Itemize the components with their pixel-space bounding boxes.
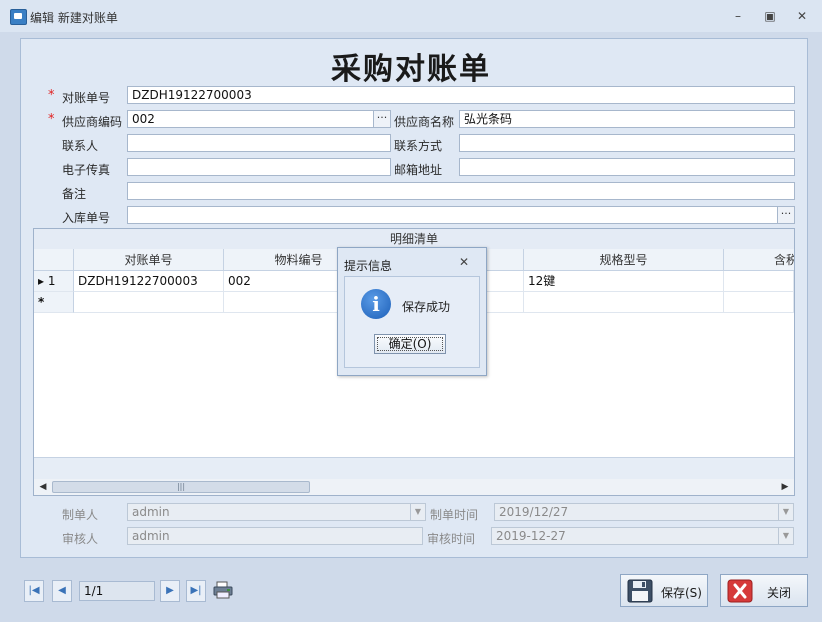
form-title: 采购对账单 <box>331 52 491 87</box>
create-time-input: 2019/12/27 <box>494 503 779 521</box>
row-indicator[interactable]: ▸ 1 <box>34 271 74 292</box>
save-button-label: 保存(S) <box>661 586 702 600</box>
inbound-no-input[interactable] <box>127 206 778 224</box>
next-page-button[interactable]: ▶ <box>160 580 180 602</box>
fax-label: 电子传真 <box>62 163 111 177</box>
inbound-no-browse-button[interactable]: ··· <box>777 206 795 224</box>
scrollbar-thumb[interactable]: ||| <box>52 481 310 493</box>
page-indicator[interactable]: 1/1 <box>79 581 155 601</box>
statement-no-label: 对账单号 <box>62 91 111 105</box>
floppy-disk-icon <box>627 579 653 603</box>
remark-input[interactable] <box>127 182 795 200</box>
dialog-message: 保存成功 <box>402 300 451 314</box>
printer-icon[interactable] <box>212 580 234 600</box>
close-button-label: 关闭 <box>767 586 792 600</box>
supplier-name-label: 供应商名称 <box>394 115 455 129</box>
create-time-dropdown-icon: ▼ <box>778 503 794 521</box>
new-row-indicator[interactable]: * <box>34 292 74 313</box>
dialog-close-icon[interactable]: ✕ <box>456 254 472 270</box>
window-title-bar <box>0 0 822 32</box>
window-title: 编辑 新建对账单 <box>30 11 118 25</box>
grid-corner <box>34 249 74 271</box>
remark-label: 备注 <box>62 187 87 201</box>
auditor-label: 审核人 <box>62 532 99 546</box>
contact-method-input[interactable] <box>459 134 795 152</box>
column-header[interactable]: 规格型号 <box>524 249 724 271</box>
grid-footer <box>34 457 794 480</box>
scroll-right-icon[interactable]: ▶ <box>778 480 792 494</box>
last-page-button[interactable]: ▶| <box>186 580 206 602</box>
table-cell[interactable] <box>724 292 794 313</box>
table-cell[interactable]: DZDH19122700003 <box>74 271 224 292</box>
creator-input: admin <box>127 503 411 521</box>
close-icon <box>727 579 753 603</box>
minimize-button[interactable]: – <box>729 8 747 24</box>
inbound-no-label: 入库单号 <box>62 211 111 225</box>
email-label: 邮箱地址 <box>394 163 443 177</box>
horizontal-scrollbar[interactable]: ◀ ||| ▶ <box>34 479 794 495</box>
auditor-input: admin <box>127 527 423 545</box>
message-dialog: 提示信息 ✕ i 保存成功 确定(O) <box>337 247 487 376</box>
fax-input[interactable] <box>127 158 391 176</box>
table-cell[interactable] <box>74 292 224 313</box>
dialog-title: 提示信息 <box>344 259 393 273</box>
dialog-body: i 保存成功 确定(O) <box>344 276 480 368</box>
contact-method-label: 联系方式 <box>394 139 443 153</box>
supplier-code-label: 供应商编码 <box>62 115 123 129</box>
maximize-button[interactable]: ▣ <box>761 8 779 24</box>
required-mark: * <box>48 112 55 127</box>
prev-page-button[interactable]: ◀ <box>52 580 72 602</box>
table-cell[interactable] <box>724 271 794 292</box>
close-button[interactable]: 关闭 <box>720 574 808 607</box>
audit-time-dropdown-icon: ▼ <box>778 527 794 545</box>
column-header[interactable]: 含税 <box>724 249 794 271</box>
scroll-left-icon[interactable]: ◀ <box>36 480 50 494</box>
table-cell[interactable]: 12键 <box>524 271 724 292</box>
column-header[interactable]: 对账单号 <box>74 249 224 271</box>
creator-label: 制单人 <box>62 508 99 522</box>
save-button[interactable]: 保存(S) <box>620 574 708 607</box>
app-icon <box>10 9 27 25</box>
info-icon: i <box>361 289 391 319</box>
contact-input[interactable] <box>127 134 391 152</box>
close-window-button[interactable]: ✕ <box>793 8 811 24</box>
statement-no-input[interactable]: DZDH19122700003 <box>127 86 795 104</box>
audit-time-label: 审核时间 <box>427 532 476 546</box>
create-time-label: 制单时间 <box>430 508 479 522</box>
first-page-button[interactable]: |◀ <box>24 580 44 602</box>
email-input[interactable] <box>459 158 795 176</box>
required-mark: * <box>48 88 55 103</box>
table-cell[interactable] <box>524 292 724 313</box>
supplier-code-input[interactable]: 002 <box>127 110 374 128</box>
contact-label: 联系人 <box>62 139 99 153</box>
dialog-ok-button[interactable]: 确定(O) <box>374 334 446 354</box>
supplier-code-browse-button[interactable]: ··· <box>373 110 391 128</box>
audit-time-input: 2019-12-27 <box>491 527 779 545</box>
creator-dropdown-icon: ▼ <box>410 503 426 521</box>
supplier-name-input[interactable]: 弘光条码 <box>459 110 795 128</box>
